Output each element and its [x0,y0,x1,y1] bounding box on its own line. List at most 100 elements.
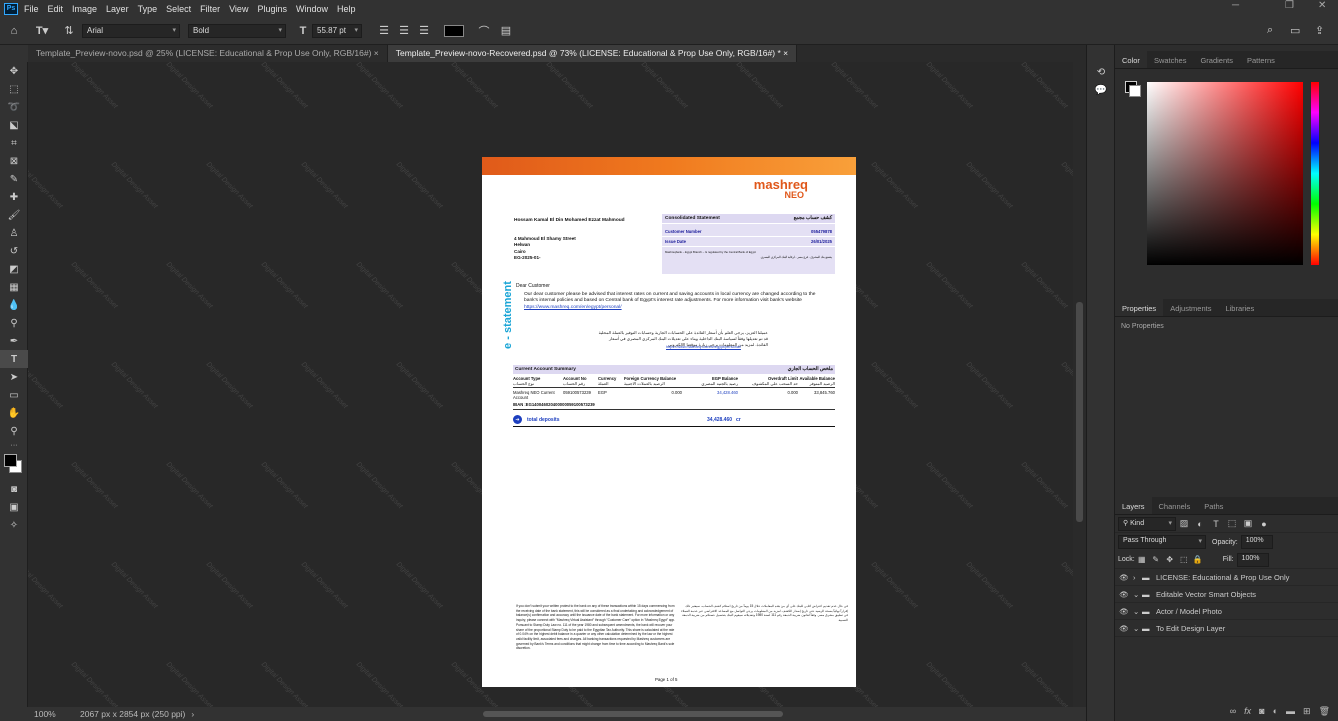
chevron-down-icon[interactable]: ⌄ [1133,624,1142,633]
comments-panel-icon[interactable]: 💬 [1087,81,1115,99]
lock-paint-icon[interactable]: ✎ [1149,555,1163,564]
canvas-area[interactable]: Digital Design Asset Digital Design Asset… [28,62,1073,707]
warp-text-icon[interactable]: ⌒ [474,23,494,39]
layer-row[interactable]: 👁 ⌄ ▬ Actor / Model Photo [1115,603,1338,620]
tab-layers[interactable]: Layers [1115,497,1152,514]
eye-icon[interactable]: 👁 [1115,573,1133,582]
layer-row[interactable]: 👁 ⌄ ▬ Editable Vector Smart Objects [1115,586,1338,603]
align-center-icon[interactable]: ☰ [394,24,414,37]
menu-filter[interactable]: Filter [200,4,220,14]
layer-row[interactable]: 👁 › ▬ LICENSE: Educational & Prop Use Only [1115,569,1338,586]
tab-swatches[interactable]: Swatches [1147,51,1194,68]
menu-select[interactable]: Select [166,4,191,14]
new-layer-icon[interactable]: ⊞ [1303,706,1311,717]
search-icon[interactable]: ⌕ [1267,24,1273,37]
menu-file[interactable]: File [24,4,39,14]
filter-shape-icon[interactable]: ⬚ [1224,518,1240,529]
character-panel-icon[interactable]: ▤ [494,24,518,37]
clone-stamp-icon[interactable]: ♙ [0,224,28,242]
eye-icon[interactable]: 👁 [1115,607,1133,616]
blend-mode-select[interactable]: Pass Through ▾ [1118,535,1206,549]
object-select-tool-icon[interactable]: ⬕ [0,116,28,134]
edit-toolbar-icon[interactable]: ··· [0,440,28,450]
menu-edit[interactable]: Edit [48,4,64,14]
tab-properties[interactable]: Properties [1115,299,1164,316]
lock-pixels-icon[interactable]: ▦ [1135,555,1149,564]
generative-icon[interactable]: ✧ [0,516,28,534]
chevron-down-icon[interactable]: ⌄ [1133,607,1142,616]
toggle-orientation-icon[interactable]: ⇅ [56,24,82,37]
bank-website-link-en[interactable]: https://www.mashreq.com/en/egypt/persona… [524,305,622,310]
tab-patterns[interactable]: Patterns [1240,51,1282,68]
lasso-tool-icon[interactable]: ➰ [0,98,28,116]
menu-image[interactable]: Image [72,4,97,14]
filter-adjustment-icon[interactable]: ◐ [1192,519,1208,529]
color-field[interactable] [1147,82,1303,265]
link-layers-icon[interactable]: ∞ [1230,706,1236,717]
tab-color[interactable]: Color [1115,51,1147,68]
close-tab-icon[interactable]: × [783,48,788,58]
home-icon[interactable]: ⌂ [0,25,28,37]
document-page[interactable]: mashreq NEO Hossam Kamal El Din Mohamed … [482,157,856,687]
eraser-tool-icon[interactable]: ◩ [0,260,28,278]
opacity-input[interactable]: 100% [1240,535,1273,549]
fill-input[interactable]: 100% [1236,552,1269,567]
chevron-down-icon[interactable]: ⌄ [1133,590,1142,599]
vertical-scrollbar[interactable] [1073,62,1086,707]
chevron-right-icon[interactable]: › [1133,573,1142,582]
layer-style-icon[interactable]: fx [1244,706,1251,717]
type-tool-preset-icon[interactable]: T▾ [28,24,56,37]
brush-tool-icon[interactable]: 🖌 [0,206,28,224]
minimize-icon[interactable]: ─ [1232,0,1239,11]
tab-channels[interactable]: Channels [1152,497,1198,514]
align-left-icon[interactable]: ☰ [374,24,394,37]
filter-pixel-icon[interactable]: ▨ [1176,518,1192,529]
tab-gradients[interactable]: Gradients [1193,51,1240,68]
hue-slider[interactable] [1311,82,1319,265]
close-tab-icon[interactable]: × [374,48,379,58]
menu-type[interactable]: Type [138,4,158,14]
align-right-icon[interactable]: ☰ [414,24,434,37]
menu-layer[interactable]: Layer [106,4,129,14]
font-style-select[interactable]: Bold ▾ [188,23,286,38]
menu-window[interactable]: Window [296,4,328,14]
layer-kind-select[interactable]: ⚲ Kind ▾ [1118,516,1176,531]
scrollbar-thumb[interactable] [1076,302,1083,522]
tab-paths[interactable]: Paths [1197,497,1230,514]
delete-layer-icon[interactable]: 🗑 [1319,706,1330,717]
menu-help[interactable]: Help [337,4,356,14]
layer-row[interactable]: 👁 ⌄ ▬ To Edit Design Layer [1115,620,1338,637]
filter-type-icon[interactable]: T [1208,519,1224,529]
frame-tool-icon[interactable]: ⊠ [0,152,28,170]
dodge-tool-icon[interactable]: ⚲ [0,314,28,332]
eye-icon[interactable]: 👁 [1115,624,1133,633]
adjustment-layer-icon[interactable]: ◐ [1273,706,1278,717]
blur-tool-icon[interactable]: 💧 [0,296,28,314]
font-family-select[interactable]: Arial ▾ [82,23,180,38]
restore-icon[interactable]: ❐ [1285,0,1294,11]
bank-website-link-ar[interactable]: https://www.mashreq.com/ar/egypt/persona… [666,345,741,349]
photoshop-logo-icon[interactable]: Ps [4,2,18,15]
background-color-swatch[interactable] [1129,85,1141,97]
hand-tool-icon[interactable]: ✋ [0,404,28,422]
gradient-tool-icon[interactable]: ▦ [0,278,28,296]
zoom-tool-icon[interactable]: ⚲ [0,422,28,440]
marquee-tool-icon[interactable]: ⬚ [0,80,28,98]
workspace-icon[interactable]: ▭ [1290,24,1300,37]
path-select-icon[interactable]: ➤ [0,368,28,386]
color-swatches[interactable] [0,450,27,476]
move-tool-icon[interactable]: ✥ [0,62,28,80]
healing-brush-icon[interactable]: ✚ [0,188,28,206]
filter-smart-object-icon[interactable]: ▣ [1240,518,1256,529]
add-mask-icon[interactable]: ◙ [1259,706,1264,717]
status-arrow-icon[interactable]: › [191,709,194,719]
tab-adjustments[interactable]: Adjustments [1163,299,1218,316]
text-color-swatch[interactable] [444,24,464,37]
eyedropper-tool-icon[interactable]: ✎ [0,170,28,188]
lock-artboard-icon[interactable]: ⬚ [1177,555,1191,564]
pen-tool-icon[interactable]: ✒ [0,332,28,350]
lock-position-icon[interactable]: ✥ [1163,555,1177,564]
share-icon[interactable]: ⇪ [1315,24,1324,37]
menu-plugins[interactable]: Plugins [257,4,287,14]
zoom-level[interactable]: 100% [34,709,64,719]
